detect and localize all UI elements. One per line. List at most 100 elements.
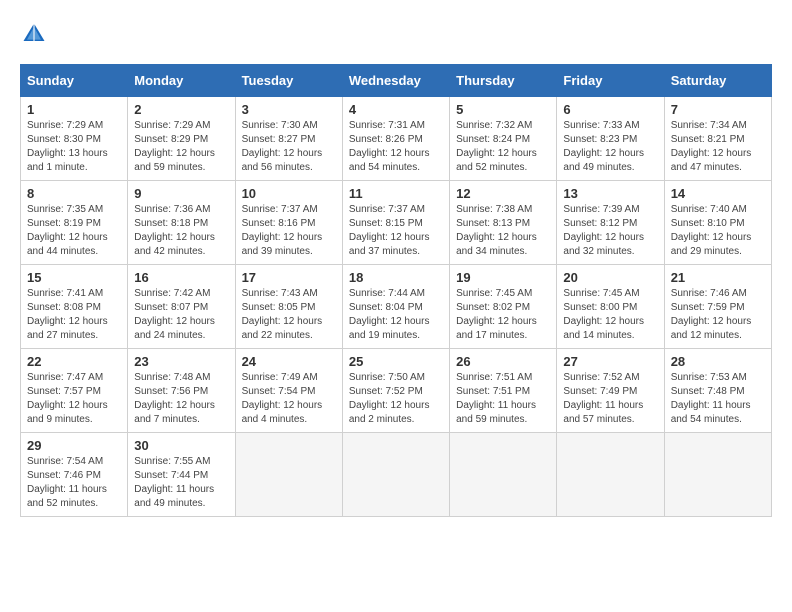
calendar-cell: [557, 433, 664, 517]
day-number: 22: [27, 354, 121, 369]
day-info: Sunrise: 7:42 AM Sunset: 8:07 PM Dayligh…: [134, 287, 228, 343]
day-info: Sunrise: 7:40 AM Sunset: 8:10 PM Dayligh…: [671, 203, 765, 259]
day-number: 3: [242, 102, 336, 117]
calendar-week-5: 29 Sunrise: 7:54 AM Sunset: 7:46 PM Dayli…: [21, 433, 772, 517]
page-header: [20, 20, 772, 48]
day-info: Sunrise: 7:37 AM Sunset: 8:16 PM Dayligh…: [242, 203, 336, 259]
day-number: 17: [242, 270, 336, 285]
calendar-cell: 22 Sunrise: 7:47 AM Sunset: 7:57 PM Dayli…: [21, 349, 128, 433]
calendar-cell: 23 Sunrise: 7:48 AM Sunset: 7:56 PM Dayli…: [128, 349, 235, 433]
calendar-cell: 27 Sunrise: 7:52 AM Sunset: 7:49 PM Dayli…: [557, 349, 664, 433]
day-info: Sunrise: 7:37 AM Sunset: 8:15 PM Dayligh…: [349, 203, 443, 259]
calendar-cell: [235, 433, 342, 517]
calendar-cell: 28 Sunrise: 7:53 AM Sunset: 7:48 PM Dayli…: [664, 349, 771, 433]
day-number: 2: [134, 102, 228, 117]
calendar-cell: 19Sunrise: 7:45 AM Sunset: 8:02 PM Dayli…: [450, 265, 557, 349]
day-number: 13: [563, 186, 657, 201]
day-number: 15: [27, 270, 121, 285]
calendar-cell: 20 Sunrise: 7:45 AM Sunset: 8:00 PM Dayli…: [557, 265, 664, 349]
calendar-cell: 7 Sunrise: 7:34 AM Sunset: 8:21 PM Daylig…: [664, 97, 771, 181]
day-number: 29: [27, 438, 121, 453]
calendar-week-1: 1 Sunrise: 7:29 AM Sunset: 8:30 PM Daylig…: [21, 97, 772, 181]
day-info: Sunrise: 7:35 AM Sunset: 8:19 PM Dayligh…: [27, 203, 121, 259]
day-number: 21: [671, 270, 765, 285]
day-info: Sunrise: 7:48 AM Sunset: 7:56 PM Dayligh…: [134, 371, 228, 427]
day-number: 25: [349, 354, 443, 369]
calendar-cell: 16 Sunrise: 7:42 AM Sunset: 8:07 PM Dayli…: [128, 265, 235, 349]
day-info: Sunrise: 7:34 AM Sunset: 8:21 PM Dayligh…: [671, 119, 765, 175]
calendar-cell: 12 Sunrise: 7:38 AM Sunset: 8:13 PM Dayli…: [450, 181, 557, 265]
calendar-cell: 5 Sunrise: 7:32 AM Sunset: 8:24 PM Daylig…: [450, 97, 557, 181]
day-header-sunday: Sunday: [21, 65, 128, 97]
day-header-saturday: Saturday: [664, 65, 771, 97]
calendar-cell: 9 Sunrise: 7:36 AM Sunset: 8:18 PM Daylig…: [128, 181, 235, 265]
day-info: Sunrise: 7:39 AM Sunset: 8:12 PM Dayligh…: [563, 203, 657, 259]
day-number: 27: [563, 354, 657, 369]
day-number: 1: [27, 102, 121, 117]
calendar-cell: 29 Sunrise: 7:54 AM Sunset: 7:46 PM Dayli…: [21, 433, 128, 517]
day-info: Sunrise: 7:29 AM Sunset: 8:29 PM Dayligh…: [134, 119, 228, 175]
day-info: Sunrise: 7:32 AM Sunset: 8:24 PM Dayligh…: [456, 119, 550, 175]
calendar-cell: 21Sunrise: 7:46 AM Sunset: 7:59 PM Dayli…: [664, 265, 771, 349]
day-info: Sunrise: 7:33 AM Sunset: 8:23 PM Dayligh…: [563, 119, 657, 175]
calendar-cell: [450, 433, 557, 517]
day-info: Sunrise: 7:45 AM Sunset: 8:00 PM Dayligh…: [563, 287, 657, 343]
day-number: 19: [456, 270, 550, 285]
calendar-cell: 13 Sunrise: 7:39 AM Sunset: 8:12 PM Dayli…: [557, 181, 664, 265]
calendar-body: 1 Sunrise: 7:29 AM Sunset: 8:30 PM Daylig…: [21, 97, 772, 517]
calendar-cell: 11Sunrise: 7:37 AM Sunset: 8:15 PM Dayli…: [342, 181, 449, 265]
calendar-cell: 15 Sunrise: 7:41 AM Sunset: 8:08 PM Dayli…: [21, 265, 128, 349]
calendar-cell: 6 Sunrise: 7:33 AM Sunset: 8:23 PM Daylig…: [557, 97, 664, 181]
day-number: 24: [242, 354, 336, 369]
day-info: Sunrise: 7:41 AM Sunset: 8:08 PM Dayligh…: [27, 287, 121, 343]
day-info: Sunrise: 7:50 AM Sunset: 7:52 PM Dayligh…: [349, 371, 443, 427]
day-info: Sunrise: 7:51 AM Sunset: 7:51 PM Dayligh…: [456, 371, 550, 427]
day-number: 23: [134, 354, 228, 369]
calendar-cell: 8Sunrise: 7:35 AM Sunset: 8:19 PM Daylig…: [21, 181, 128, 265]
day-header-thursday: Thursday: [450, 65, 557, 97]
day-info: Sunrise: 7:43 AM Sunset: 8:05 PM Dayligh…: [242, 287, 336, 343]
calendar-week-4: 22 Sunrise: 7:47 AM Sunset: 7:57 PM Dayli…: [21, 349, 772, 433]
day-number: 20: [563, 270, 657, 285]
day-header-friday: Friday: [557, 65, 664, 97]
calendar-cell: 25 Sunrise: 7:50 AM Sunset: 7:52 PM Dayli…: [342, 349, 449, 433]
calendar-cell: 17 Sunrise: 7:43 AM Sunset: 8:05 PM Dayli…: [235, 265, 342, 349]
calendar-cell: 18Sunrise: 7:44 AM Sunset: 8:04 PM Dayli…: [342, 265, 449, 349]
calendar-cell: 10 Sunrise: 7:37 AM Sunset: 8:16 PM Dayli…: [235, 181, 342, 265]
day-number: 7: [671, 102, 765, 117]
day-info: Sunrise: 7:55 AM Sunset: 7:44 PM Dayligh…: [134, 455, 228, 511]
day-number: 30: [134, 438, 228, 453]
calendar-cell: 26Sunrise: 7:51 AM Sunset: 7:51 PM Dayli…: [450, 349, 557, 433]
calendar-cell: 24Sunrise: 7:49 AM Sunset: 7:54 PM Dayli…: [235, 349, 342, 433]
day-info: Sunrise: 7:53 AM Sunset: 7:48 PM Dayligh…: [671, 371, 765, 427]
day-number: 5: [456, 102, 550, 117]
logo-icon: [20, 20, 48, 48]
calendar-cell: [342, 433, 449, 517]
day-number: 14: [671, 186, 765, 201]
calendar-cell: 30 Sunrise: 7:55 AM Sunset: 7:44 PM Dayli…: [128, 433, 235, 517]
day-header-tuesday: Tuesday: [235, 65, 342, 97]
calendar-week-2: 8Sunrise: 7:35 AM Sunset: 8:19 PM Daylig…: [21, 181, 772, 265]
day-number: 16: [134, 270, 228, 285]
logo: [20, 20, 52, 48]
day-info: Sunrise: 7:44 AM Sunset: 8:04 PM Dayligh…: [349, 287, 443, 343]
day-info: Sunrise: 7:54 AM Sunset: 7:46 PM Dayligh…: [27, 455, 121, 511]
header-row: SundayMondayTuesdayWednesdayThursdayFrid…: [21, 65, 772, 97]
day-info: Sunrise: 7:52 AM Sunset: 7:49 PM Dayligh…: [563, 371, 657, 427]
day-info: Sunrise: 7:36 AM Sunset: 8:18 PM Dayligh…: [134, 203, 228, 259]
day-info: Sunrise: 7:47 AM Sunset: 7:57 PM Dayligh…: [27, 371, 121, 427]
day-info: Sunrise: 7:31 AM Sunset: 8:26 PM Dayligh…: [349, 119, 443, 175]
day-info: Sunrise: 7:29 AM Sunset: 8:30 PM Dayligh…: [27, 119, 121, 175]
day-number: 28: [671, 354, 765, 369]
day-header-monday: Monday: [128, 65, 235, 97]
day-number: 12: [456, 186, 550, 201]
day-number: 9: [134, 186, 228, 201]
day-number: 10: [242, 186, 336, 201]
calendar-cell: 1 Sunrise: 7:29 AM Sunset: 8:30 PM Daylig…: [21, 97, 128, 181]
calendar-cell: 14 Sunrise: 7:40 AM Sunset: 8:10 PM Dayli…: [664, 181, 771, 265]
day-info: Sunrise: 7:38 AM Sunset: 8:13 PM Dayligh…: [456, 203, 550, 259]
calendar-cell: 2 Sunrise: 7:29 AM Sunset: 8:29 PM Daylig…: [128, 97, 235, 181]
calendar-week-3: 15 Sunrise: 7:41 AM Sunset: 8:08 PM Dayli…: [21, 265, 772, 349]
calendar-table: SundayMondayTuesdayWednesdayThursdayFrid…: [20, 64, 772, 517]
day-number: 6: [563, 102, 657, 117]
